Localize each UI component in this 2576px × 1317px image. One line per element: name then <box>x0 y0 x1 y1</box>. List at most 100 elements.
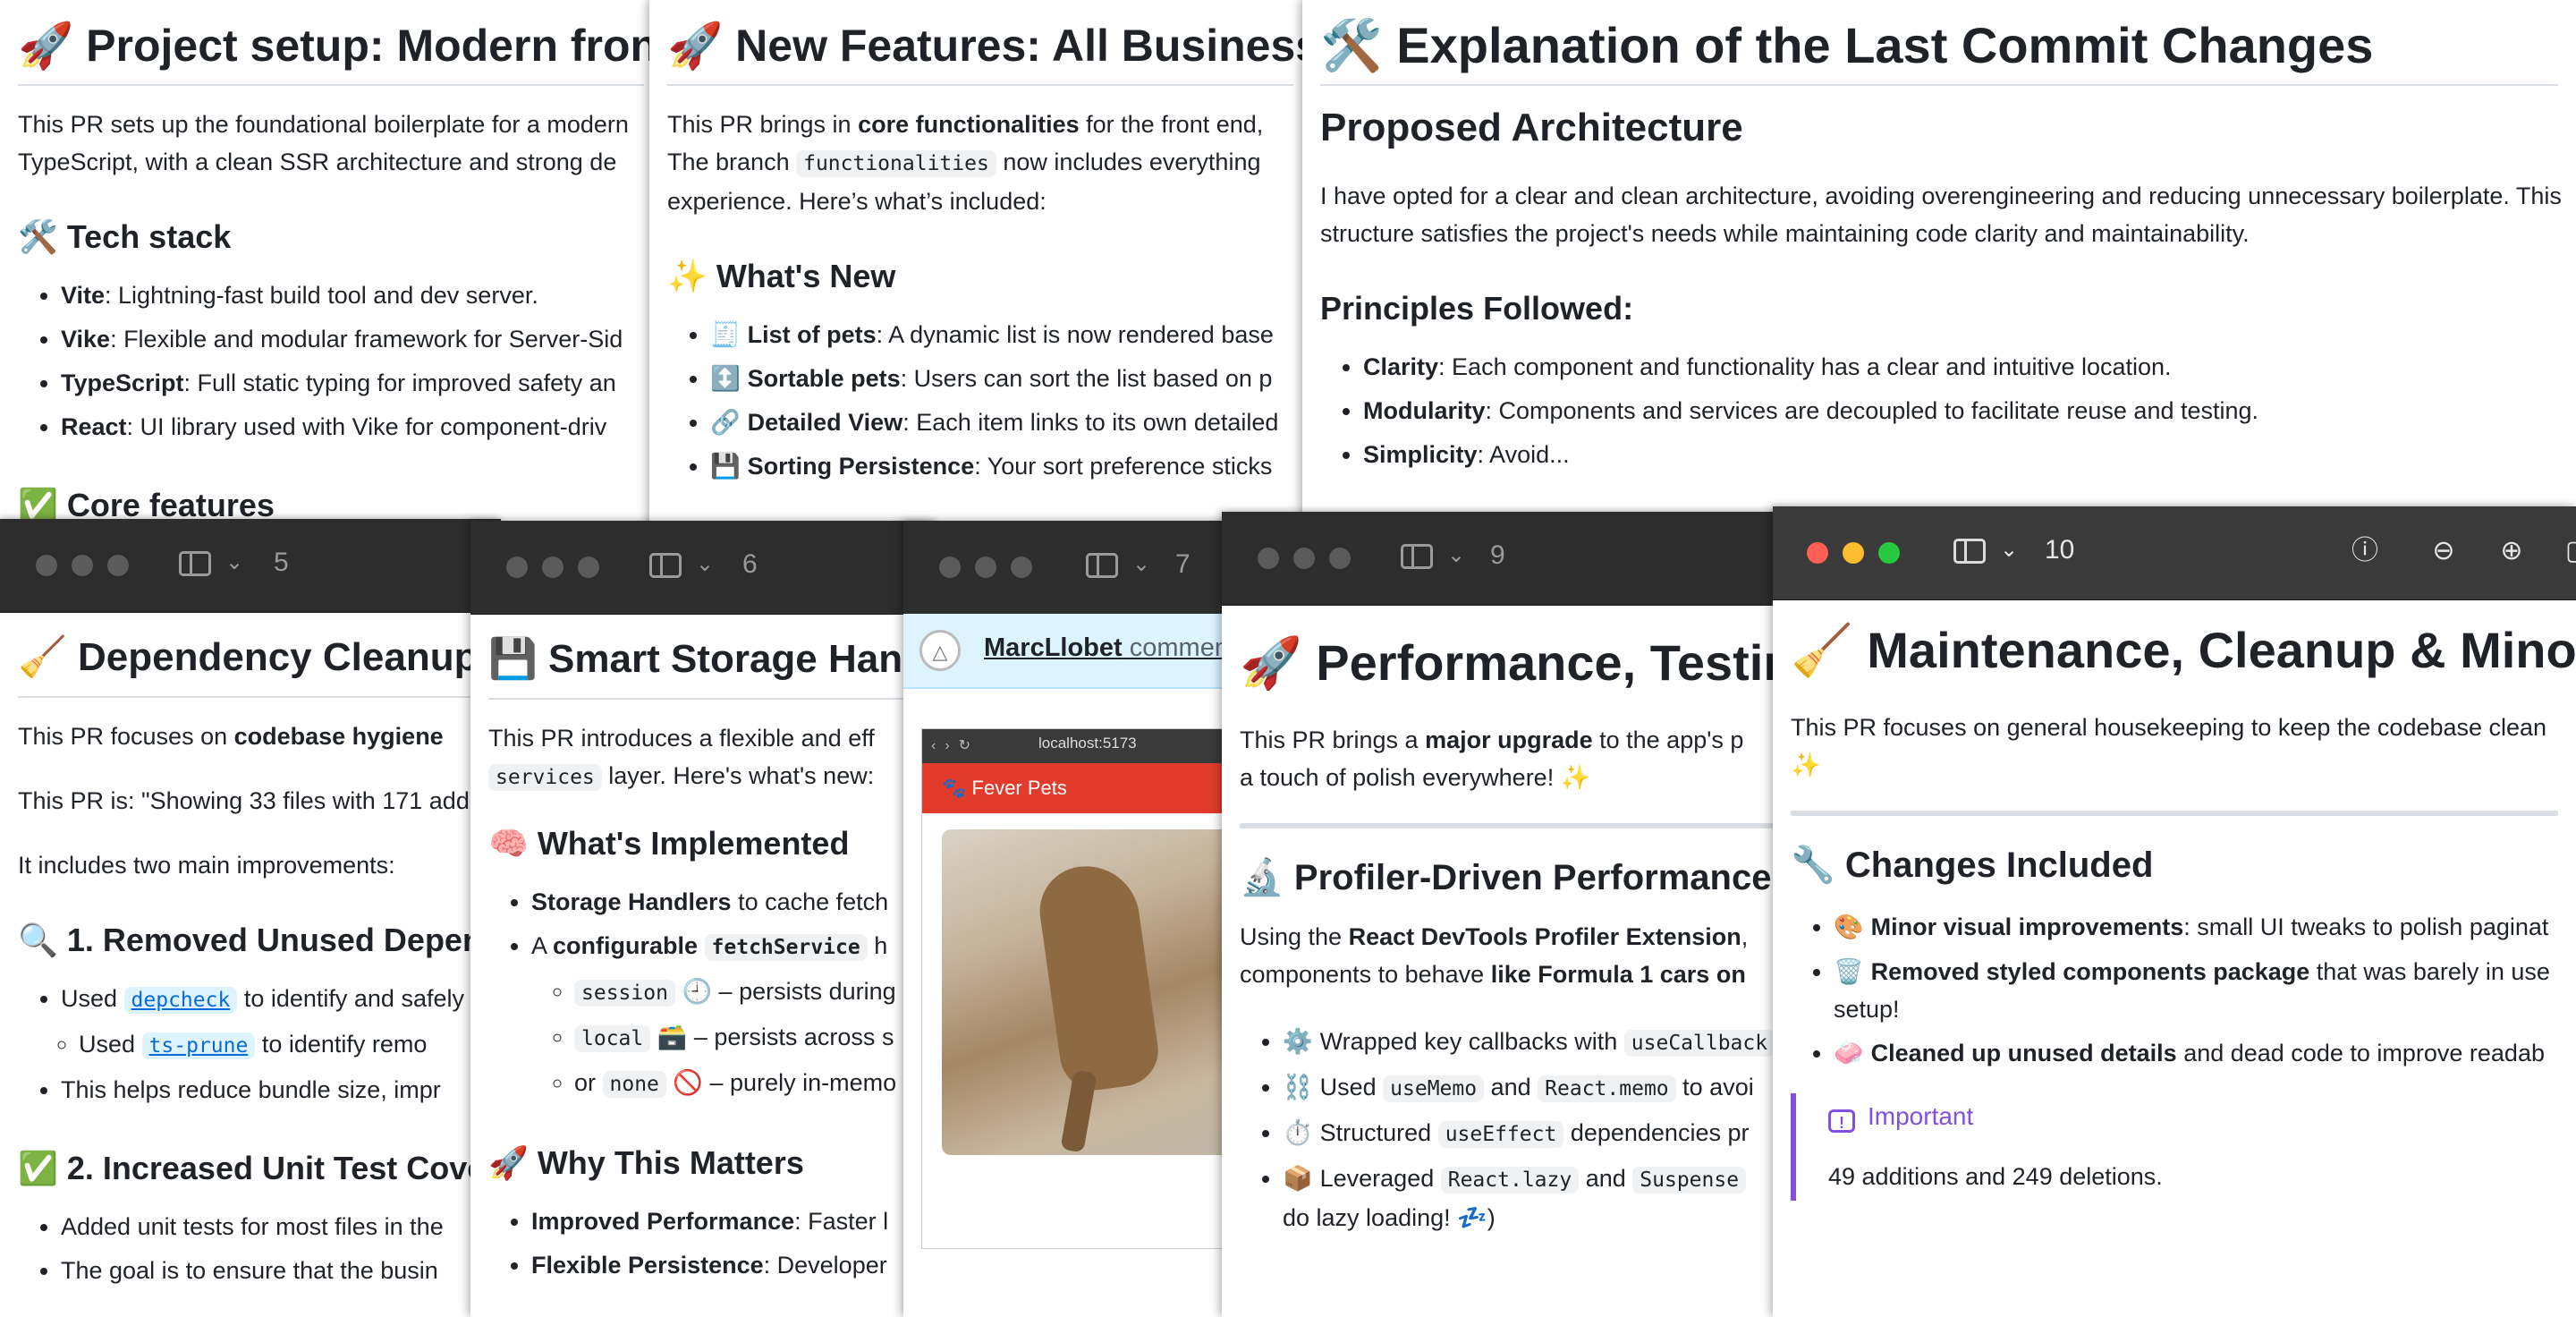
paragraph: This PR focuses on codebase hygiene <box>18 723 444 750</box>
chevron-down-icon[interactable]: ⌄ <box>1132 551 1150 577</box>
list-item: ⏱️Structured useEffect dependencies pr <box>1283 1111 1776 1157</box>
minimize-button[interactable] <box>72 555 93 576</box>
section-heading: 🔧 Changes Included <box>1791 845 2154 885</box>
doc-title: 🚀 Performance, Testing & Polish <box>1240 634 1794 691</box>
titlebar: ⌄ 6 <box>470 521 936 615</box>
zoom-button[interactable] <box>107 555 129 576</box>
sub-list: session 🕘 – persists during local 🗃️ – p… <box>531 970 918 1107</box>
intro-line: The branch functionalities now includes … <box>667 149 1261 177</box>
list-item: session 🕘 – persists during <box>574 970 918 1015</box>
list-item: Added unit tests for most files in the <box>61 1205 483 1249</box>
page-number: 6 <box>742 549 758 579</box>
chevron-down-icon[interactable]: ⌄ <box>1447 542 1465 568</box>
info-icon[interactable]: ⓘ <box>2347 533 2383 569</box>
list-item: ⛓️Used useMemo and React.memo to avoi <box>1283 1066 1776 1111</box>
close-button[interactable] <box>506 557 528 578</box>
doc-title: 🚀 New Features: All Business Logic Imple… <box>667 18 1311 86</box>
close-button[interactable] <box>939 557 961 578</box>
minimize-button[interactable] <box>1293 548 1315 569</box>
section-heading: ✅ 2. Increased Unit Test Coverage <box>18 1150 501 1186</box>
document-content: 💾 Smart Storage Handlers This PR introdu… <box>470 614 936 1317</box>
list-item: Improved Performance: Faster l <box>531 1200 918 1244</box>
list-item: 🧾List of pets: A dynamic list is now ren… <box>710 313 1293 357</box>
titlebar: ⌄ 5 <box>0 519 501 613</box>
list-item: 💾Sorting Persistence: Your sort preferen… <box>710 445 1293 489</box>
sidebar-icon[interactable] <box>179 551 211 576</box>
sidebar-icon[interactable] <box>649 553 682 578</box>
zoom-button[interactable] <box>1329 548 1351 569</box>
sidebar-icon[interactable] <box>1401 544 1433 569</box>
zoom-in-icon[interactable]: ⊕ <box>2494 533 2529 569</box>
pr-preview-window-10: ⌄ 10 ⓘ ⊖ ⊕ ▢ 🧹 Maintenance, Cleanup & Mi… <box>1773 506 2576 1317</box>
close-button[interactable] <box>1258 548 1279 569</box>
paragraph: services layer. Here's what's new: <box>488 757 918 796</box>
important-callout: ! Important 49 additions and 249 deletion… <box>1791 1093 2558 1201</box>
zoom-button[interactable] <box>1011 557 1032 578</box>
list-item: ↕️Sortable pets: Users can sort the list… <box>710 357 1293 401</box>
list-item: 🔗Detailed View: Each item links to its o… <box>710 401 1293 445</box>
list-item: Vite: Lightning-fast build tool and dev … <box>61 274 644 318</box>
zoom-button[interactable] <box>578 557 599 578</box>
callout-text: 49 additions and 249 deletions. <box>1828 1163 2163 1190</box>
section-heading: 🧠 What's Implemented <box>488 825 850 862</box>
document-content: 🧹 Maintenance, Cleanup & Minor Visual Tw… <box>1773 605 2576 1317</box>
paragraph: a touch of polish everywhere! ✨ <box>1240 764 1591 791</box>
changes-list: 🎨Minor visual improvements: small UI twe… <box>1791 905 2558 1075</box>
section-heading: Proposed Architecture <box>1320 106 1743 149</box>
perf-list: ⚙️Wrapped key callbacks with useCallback… <box>1240 1020 1776 1202</box>
paragraph: I have opted for a clear and clean archi… <box>1320 183 2562 247</box>
list-item: TypeScript: Full static typing for impro… <box>61 361 644 405</box>
share-icon[interactable]: ▢ <box>2560 533 2576 569</box>
depcheck-link[interactable]: depcheck <box>123 987 238 1014</box>
list-item: This helps reduce bundle size, impr <box>61 1068 483 1112</box>
doc-title: 🛠️ Explanation of the Last Commit Change… <box>1320 18 2558 86</box>
list-item: A configurable fetchService h session 🕘 … <box>531 924 918 1107</box>
chevron-down-icon[interactable]: ⌄ <box>696 551 714 577</box>
paragraph: It includes two main improvements: <box>18 852 395 879</box>
page-number: 10 <box>2045 535 2075 565</box>
browser-toolbar: ‹›↻ localhost:5173 <box>922 729 1262 763</box>
close-button[interactable] <box>1807 542 1828 564</box>
pr-preview-window-9: ⌄ 9 🚀 Performance, Testing & Polish This… <box>1222 512 1794 1317</box>
zoom-out-icon[interactable]: ⊖ <box>2426 533 2462 569</box>
app-screenshot: ‹›↻ localhost:5173 🐾 Fever Pets <box>921 728 1263 1249</box>
why-list: Improved Performance: Faster l Flexible … <box>488 1200 918 1287</box>
paragraph: This PR introduces a flexible and eff <box>488 725 875 752</box>
minimize-button[interactable] <box>542 557 564 578</box>
list-item: 🗑️Removed styled components package that… <box>1834 949 2558 1032</box>
implemented-list: Storage Handlers to cache fetch A config… <box>488 880 918 1107</box>
sidebar-icon[interactable] <box>1953 539 1986 564</box>
removed-list: Used depcheck to identify and safely Use… <box>18 977 483 1112</box>
chevron-down-icon[interactable]: ⌄ <box>2000 537 2018 563</box>
list-item: 📦Leveraged React.lazy and Suspense <box>1283 1157 1776 1202</box>
zoom-button[interactable] <box>1878 542 1900 564</box>
tests-list: Added unit tests for most files in the T… <box>18 1205 483 1293</box>
list-item: local 🗃️ – persists across s <box>574 1015 918 1061</box>
list-item: React: UI library used with Vike for com… <box>61 405 644 449</box>
list-item: ⚙️Wrapped key callbacks with useCallback <box>1283 1020 1776 1066</box>
paw-icon: 🐾 <box>942 777 972 799</box>
app-header: 🐾 Fever Pets <box>922 763 1262 813</box>
browser-url: localhost:5173 <box>1038 735 1137 752</box>
ts-prune-link[interactable]: ts-prune <box>141 1032 256 1059</box>
avatar[interactable]: △ <box>919 630 961 671</box>
list-item: Clarity: Each component and functionalit… <box>1363 345 2558 389</box>
list-item: Flexible Persistence: Developer <box>531 1244 918 1287</box>
close-button[interactable] <box>36 555 57 576</box>
page-number: 7 <box>1175 549 1191 579</box>
document-content: 🚀 Performance, Testing & Polish This PR … <box>1222 617 1794 1317</box>
intro-line: experience. Here’s what’s included: <box>667 188 1046 215</box>
pr-preview-window-2: 🚀 New Features: All Business Logic Imple… <box>649 0 1311 537</box>
divider <box>1240 823 1776 828</box>
pr-preview-window-5: ⌄ 5 🧹 Dependency Cleanup & Unit Tests Th… <box>0 519 501 1317</box>
list-item: Used ts-prune to identify remo <box>61 1023 483 1068</box>
chevron-down-icon[interactable]: ⌄ <box>225 549 243 575</box>
sidebar-icon[interactable] <box>1086 553 1118 578</box>
minimize-button[interactable] <box>975 557 996 578</box>
doc-title: 💾 Smart Storage Handlers <box>488 632 936 700</box>
section-heading: 🔬 Profiler-Driven Performance <box>1240 858 1772 897</box>
features-list: 🧾List of pets: A dynamic list is now ren… <box>667 313 1293 489</box>
section-heading: Principles Followed: <box>1320 290 1634 327</box>
list-item: Used ts-prune to identify remo <box>79 1023 483 1068</box>
minimize-button[interactable] <box>1843 542 1864 564</box>
